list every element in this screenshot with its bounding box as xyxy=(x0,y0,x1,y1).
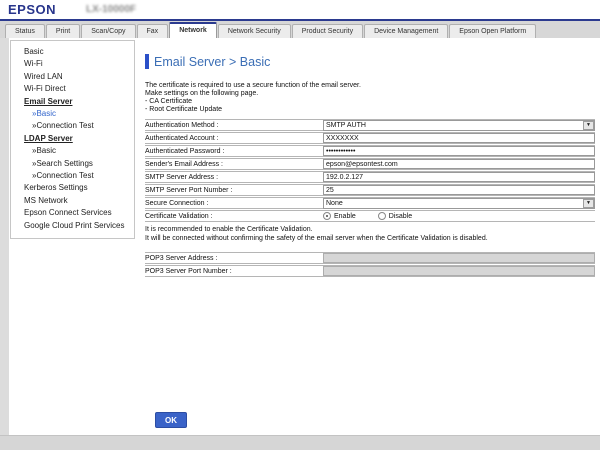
sidebar-item-kerberos-settings[interactable]: Kerberos Settings xyxy=(11,182,134,194)
select-value: None xyxy=(324,200,343,207)
radio-enable[interactable]: Enable xyxy=(323,212,356,220)
field-label: POP3 Server Address : xyxy=(145,255,323,262)
tab-status[interactable]: Status xyxy=(5,24,45,38)
content-area: BasicWi-FiWired LANWi-Fi DirectEmail Ser… xyxy=(0,38,600,435)
page-left-margin xyxy=(0,38,9,435)
authenticated-password-input[interactable] xyxy=(323,146,595,156)
sidebar-item-wired-lan[interactable]: Wired LAN xyxy=(11,71,134,83)
certificate-validation-note: It is recommended to enable the Certific… xyxy=(145,223,595,247)
note-line: It is recommended to enable the Certific… xyxy=(145,226,595,235)
field-value xyxy=(323,185,595,195)
select-value: SMTP AUTH xyxy=(324,122,366,129)
secure-connection-select[interactable]: None ▼ xyxy=(323,198,595,209)
title-accent-bar xyxy=(145,54,149,69)
field-value: None ▼ xyxy=(323,198,595,209)
tab-bar: StatusPrintScan/CopyFaxNetworkNetwork Se… xyxy=(0,21,600,38)
sidebar-item-wi-fi[interactable]: Wi-Fi xyxy=(11,58,134,70)
field-label: Authenticated Password : xyxy=(145,148,323,155)
field-label: Sender's Email Address : xyxy=(145,161,323,168)
radio-label: Disable xyxy=(389,213,412,220)
tab-network-security[interactable]: Network Security xyxy=(218,24,291,38)
form-row-authentication-method: Authentication Method :SMTP AUTH ▼ xyxy=(145,119,595,131)
field-value xyxy=(323,266,595,276)
form-row-certificate-validation: Certificate Validation : Enable Disable xyxy=(145,210,595,222)
field-label: Authentication Method : xyxy=(145,122,323,129)
description-line: - CA Certificate xyxy=(145,98,595,106)
tab-scan-copy[interactable]: Scan/Copy xyxy=(81,24,135,38)
sidebar-item-basic[interactable]: »Basic xyxy=(11,145,134,157)
description-line: The certificate is required to use a sec… xyxy=(145,82,595,90)
pop3-server-address-input xyxy=(323,253,595,263)
form-row-secure-connection: Secure Connection :None ▼ xyxy=(145,197,595,209)
form-row-authenticated-account: Authenticated Account : xyxy=(145,132,595,144)
tab-network[interactable]: Network xyxy=(169,22,217,38)
field-value xyxy=(323,253,595,263)
description-line: Make settings on the following page. xyxy=(145,90,595,98)
authentication-method-select[interactable]: SMTP AUTH ▼ xyxy=(323,120,595,131)
field-label: SMTP Server Port Number : xyxy=(145,187,323,194)
field-value: SMTP AUTH ▼ xyxy=(323,120,595,131)
sidebar-item-ldap-server[interactable]: LDAP Server xyxy=(11,133,134,145)
ok-button[interactable]: OK xyxy=(155,412,187,428)
note-line: It will be connected without confirming … xyxy=(145,235,595,244)
dropdown-arrow-icon[interactable]: ▼ xyxy=(583,199,594,208)
sender-s-email-address-input[interactable] xyxy=(323,159,595,169)
description: The certificate is required to use a sec… xyxy=(145,82,595,114)
form-row-pop3-server-address: POP3 Server Address : xyxy=(145,252,595,264)
sidebar-item-ms-network[interactable]: MS Network xyxy=(11,195,134,207)
tab-device-management[interactable]: Device Management xyxy=(364,24,448,38)
field-label: Certificate Validation : xyxy=(145,213,323,220)
field-value xyxy=(323,133,595,143)
bottom-bar xyxy=(0,435,600,450)
form-row-pop3-server-port-number: POP3 Server Port Number : xyxy=(145,265,595,277)
radio-button-icon[interactable] xyxy=(323,212,331,220)
page-title-row: Email Server > Basic xyxy=(145,54,595,69)
tab-fax[interactable]: Fax xyxy=(137,24,169,38)
dropdown-arrow-icon[interactable]: ▼ xyxy=(583,121,594,130)
field-label: POP3 Server Port Number : xyxy=(145,268,323,275)
tab-epson-open-platform[interactable]: Epson Open Platform xyxy=(449,24,536,38)
description-line: - Root Certificate Update xyxy=(145,106,595,114)
main-panel: Email Server > Basic The certificate is … xyxy=(145,38,595,278)
form-row-authenticated-password: Authenticated Password : xyxy=(145,145,595,157)
field-label: SMTP Server Address : xyxy=(145,174,323,181)
sidebar-item-basic[interactable]: Basic xyxy=(11,46,134,58)
authenticated-account-input[interactable] xyxy=(323,133,595,143)
field-value xyxy=(323,146,595,156)
field-label: Secure Connection : xyxy=(145,200,323,207)
sidebar-item-connection-test[interactable]: »Connection Test xyxy=(11,170,134,182)
smtp-server-address-input[interactable] xyxy=(323,172,595,182)
sidebar-item-connection-test[interactable]: »Connection Test xyxy=(11,120,134,132)
radio-disable[interactable]: Disable xyxy=(378,212,412,220)
radio-button-icon[interactable] xyxy=(378,212,386,220)
sidebar-item-wi-fi-direct[interactable]: Wi-Fi Direct xyxy=(11,83,134,95)
tab-product-security[interactable]: Product Security xyxy=(292,24,363,38)
field-value: Enable Disable xyxy=(323,212,595,220)
sidebar-item-search-settings[interactable]: »Search Settings xyxy=(11,158,134,170)
sidebar-item-basic[interactable]: »Basic xyxy=(11,108,134,120)
epson-logo: EPSON xyxy=(8,2,56,17)
field-value xyxy=(323,159,595,169)
form-row-sender-s-email-address: Sender's Email Address : xyxy=(145,158,595,170)
radio-label: Enable xyxy=(334,213,356,220)
form-row-smtp-server-port-number: SMTP Server Port Number : xyxy=(145,184,595,196)
tab-print[interactable]: Print xyxy=(46,24,80,38)
sidebar-item-epson-connect-services[interactable]: Epson Connect Services xyxy=(11,207,134,219)
sidebar-item-email-server[interactable]: Email Server xyxy=(11,96,134,108)
page-title: Email Server > Basic xyxy=(154,55,270,69)
pop3-server-port-number-input xyxy=(323,266,595,276)
smtp-server-port-number-input[interactable] xyxy=(323,185,595,195)
form-row-smtp-server-address: SMTP Server Address : xyxy=(145,171,595,183)
certificate-validation-radio-group: Enable Disable xyxy=(323,212,412,220)
printer-model-name: LX-10000F xyxy=(86,4,136,15)
pop3-form: POP3 Server Address : POP3 Server Port Nu… xyxy=(145,252,595,277)
header: EPSON LX-10000F xyxy=(0,0,600,19)
sidebar-item-google-cloud-print-services[interactable]: Google Cloud Print Services xyxy=(11,220,134,232)
field-label: Authenticated Account : xyxy=(145,135,323,142)
field-value xyxy=(323,172,595,182)
sidebar: BasicWi-FiWired LANWi-Fi DirectEmail Ser… xyxy=(10,40,135,239)
email-server-form: Authentication Method :SMTP AUTH▼Authent… xyxy=(145,119,595,222)
